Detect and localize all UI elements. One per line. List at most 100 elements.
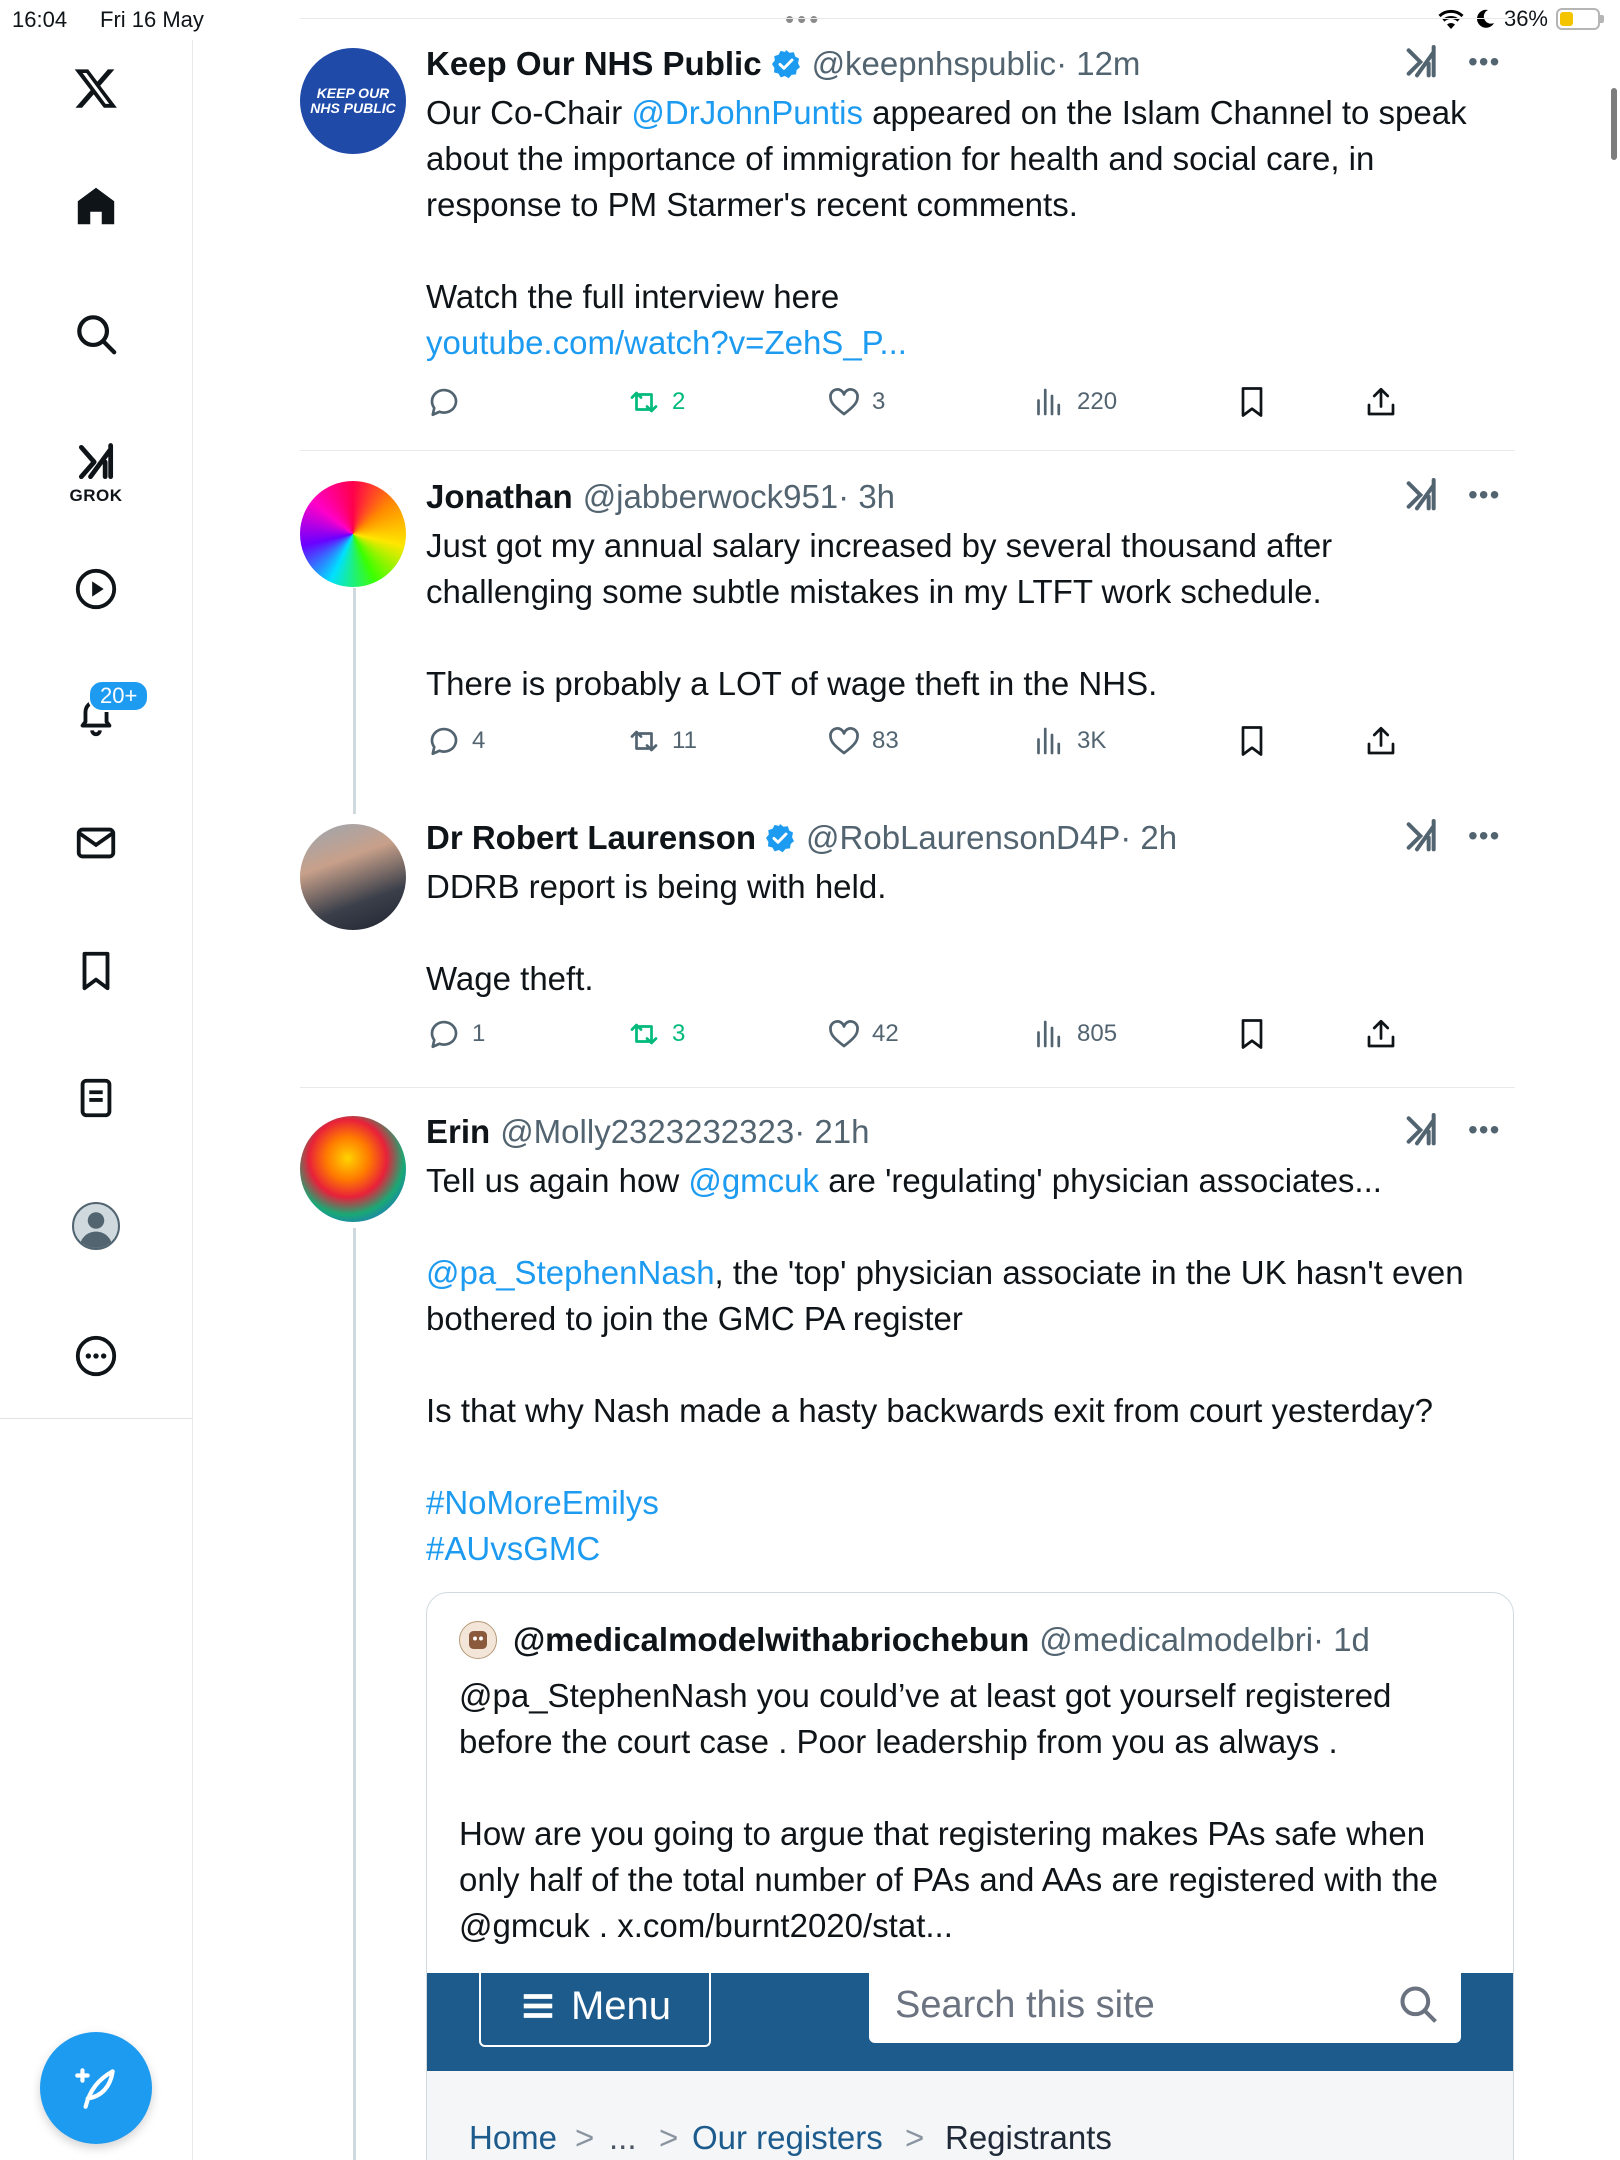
bookmark-button[interactable] xyxy=(1234,384,1270,420)
views-button[interactable]: 220 xyxy=(1031,384,1117,420)
grok-icon[interactable]: GROK xyxy=(60,418,132,528)
compose-icon xyxy=(75,2068,115,2109)
display-name[interactable]: Jonathan xyxy=(426,478,573,516)
avatar[interactable]: KEEP OUR NHS PUBLIC xyxy=(300,48,406,154)
list-icon[interactable] xyxy=(60,1062,132,1134)
tweet-text: Just got my annual salary increased by s… xyxy=(426,527,1333,702)
tweet-text: Our Co-Chair @DrJohnPuntis appeared on t… xyxy=(426,90,1506,366)
site-search-box: Search this site xyxy=(869,1967,1461,2043)
profile-avatar[interactable] xyxy=(60,1190,132,1262)
external-link[interactable]: youtube.com/watch?v=ZehS_P... xyxy=(426,320,1506,366)
avatar[interactable] xyxy=(300,824,406,930)
like-button[interactable]: 3 xyxy=(826,384,885,420)
scrollbar[interactable] xyxy=(1611,88,1617,160)
search-icon[interactable] xyxy=(60,298,132,370)
status-time: 16:04 xyxy=(12,7,68,32)
share-button[interactable] xyxy=(1363,723,1399,759)
grok-icon[interactable] xyxy=(1402,475,1442,515)
verified-badge-icon xyxy=(766,824,795,853)
retweet-button[interactable]: 2 xyxy=(626,384,685,420)
retweet-icon xyxy=(630,730,658,752)
timestamp[interactable]: · 3h xyxy=(838,478,895,516)
mention-link[interactable]: @pa_StephenNash xyxy=(426,1254,715,1291)
grok-label: GROK xyxy=(69,486,123,505)
play-icon[interactable] xyxy=(60,553,132,625)
more-options-icon[interactable]: ••• xyxy=(1468,820,1506,852)
mention-link[interactable]: @gmcuk xyxy=(688,1162,819,1199)
grok-icon[interactable] xyxy=(1402,1110,1442,1150)
quote-image-breadcrumb: Home > ... > Our registers > Registrants xyxy=(427,2071,1513,2160)
bookmark-icon[interactable] xyxy=(60,935,132,1007)
grok-icon[interactable] xyxy=(1402,816,1442,856)
site-menu-label: Menu xyxy=(570,1983,672,2028)
share-icon xyxy=(1367,1019,1395,1048)
handle[interactable]: @RobLaurensonD4P xyxy=(806,819,1120,857)
like-count: 83 xyxy=(872,727,899,754)
share-icon xyxy=(1367,387,1395,416)
timestamp[interactable]: · 12m xyxy=(1056,45,1140,83)
compose-button[interactable] xyxy=(40,2032,152,2144)
grok-icon[interactable] xyxy=(1402,42,1442,82)
timestamp[interactable]: · 21h xyxy=(794,1113,869,1151)
battery-fill xyxy=(1560,12,1573,26)
search-icon xyxy=(1400,1986,1437,2023)
quote-display-name[interactable]: @medicalmodelwithabriochebun xyxy=(513,1621,1029,1659)
bookmark-icon xyxy=(1241,1019,1263,1049)
feed-top-divider xyxy=(300,18,1515,19)
reply-button[interactable]: 1 xyxy=(426,1016,485,1052)
sidebar-divider xyxy=(0,1418,193,1419)
more-options-icon[interactable]: ••• xyxy=(1468,46,1506,78)
retweet-button[interactable]: 3 xyxy=(626,1016,685,1052)
bookmark-button[interactable] xyxy=(1234,723,1270,759)
display-name[interactable]: Erin xyxy=(426,1113,490,1151)
views-icon xyxy=(1037,388,1061,416)
tweet-header: Jonathan @jabberwock951 · 3h xyxy=(426,475,1506,519)
heart-icon xyxy=(829,1020,859,1048)
heart-icon xyxy=(829,388,859,416)
display-name[interactable]: Dr Robert Laurenson xyxy=(426,819,756,857)
display-name[interactable]: Keep Our NHS Public xyxy=(426,45,762,83)
like-button[interactable]: 42 xyxy=(826,1016,899,1052)
views-button[interactable]: 805 xyxy=(1031,1016,1117,1052)
more-circle-icon[interactable] xyxy=(60,1320,132,1392)
tweet-actions: 4 11 83 3K xyxy=(426,723,1426,767)
reply-icon xyxy=(430,388,458,417)
breadcrumb-ellipsis: ... xyxy=(609,2119,637,2156)
timestamp[interactable]: · 2h xyxy=(1120,819,1177,857)
share-button[interactable] xyxy=(1363,1016,1399,1052)
quote-text: @pa_StephenNash you could’ve at least go… xyxy=(459,1677,1438,1944)
hamburger-icon xyxy=(523,1994,553,2018)
avatar[interactable] xyxy=(300,1116,406,1222)
mail-icon[interactable] xyxy=(60,807,132,879)
reply-count: 4 xyxy=(472,727,486,754)
handle[interactable]: @jabberwock951 xyxy=(583,478,838,516)
quote-header: @medicalmodelwithabriochebun @medicalmod… xyxy=(459,1621,1370,1659)
share-icon xyxy=(1367,726,1395,755)
quoted-tweet[interactable]: @medicalmodelwithabriochebun @medicalmod… xyxy=(426,1592,1514,2160)
bookmark-icon xyxy=(1241,726,1263,756)
breadcrumb-home: Home xyxy=(469,2119,558,2156)
tweet-text: DDRB report is being with held. Wage the… xyxy=(426,868,887,997)
bell-icon[interactable]: 20+ xyxy=(60,680,150,752)
x-logo-icon[interactable] xyxy=(60,52,132,124)
quote-handle[interactable]: @medicalmodelbri xyxy=(1039,1621,1313,1659)
bookmark-button[interactable] xyxy=(1234,1016,1270,1052)
hashtag-link[interactable]: #NoMoreEmilys xyxy=(426,1480,1506,1526)
mention-link[interactable]: @DrJohnPuntis xyxy=(631,94,863,131)
reply-button[interactable]: 4 xyxy=(426,723,485,759)
views-button[interactable]: 3K xyxy=(1031,723,1106,759)
handle[interactable]: @keepnhspublic xyxy=(812,45,1057,83)
like-button[interactable]: 83 xyxy=(826,723,899,759)
more-options-icon[interactable]: ••• xyxy=(1468,1114,1506,1146)
retweet-count: 11 xyxy=(672,727,697,754)
hashtag-link[interactable]: #AUvsGMC xyxy=(426,1526,1506,1572)
handle[interactable]: @Molly2323232323 xyxy=(500,1113,794,1151)
home-icon[interactable] xyxy=(60,170,132,242)
quote-avatar[interactable] xyxy=(459,1621,497,1659)
more-options-icon[interactable]: ••• xyxy=(1468,479,1506,511)
retweet-button[interactable]: 11 xyxy=(626,723,697,759)
share-button[interactable] xyxy=(1363,384,1399,420)
tweet-header: Dr Robert Laurenson @RobLaurensonD4P · 2… xyxy=(426,816,1506,860)
reply-button[interactable] xyxy=(426,384,472,420)
avatar[interactable] xyxy=(300,481,406,587)
